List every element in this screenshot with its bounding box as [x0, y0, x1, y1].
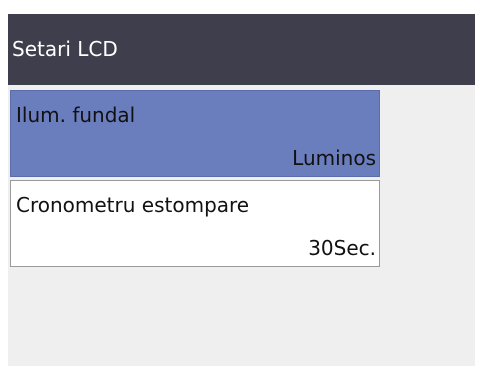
menu-item-value: Luminos: [292, 146, 376, 170]
menu-item-backlight[interactable]: Ilum. fundal Luminos: [10, 90, 380, 177]
menu-item-label: Cronometru estompare: [16, 193, 250, 217]
lcd-screen: Setari LCD Ilum. fundal Luminos Cronomet…: [8, 14, 475, 366]
page-title: Setari LCD: [8, 14, 475, 85]
menu-item-value: 30Sec.: [308, 236, 376, 260]
menu-item-dim-timer[interactable]: Cronometru estompare 30Sec.: [10, 180, 380, 267]
menu-item-label: Ilum. fundal: [16, 103, 136, 127]
